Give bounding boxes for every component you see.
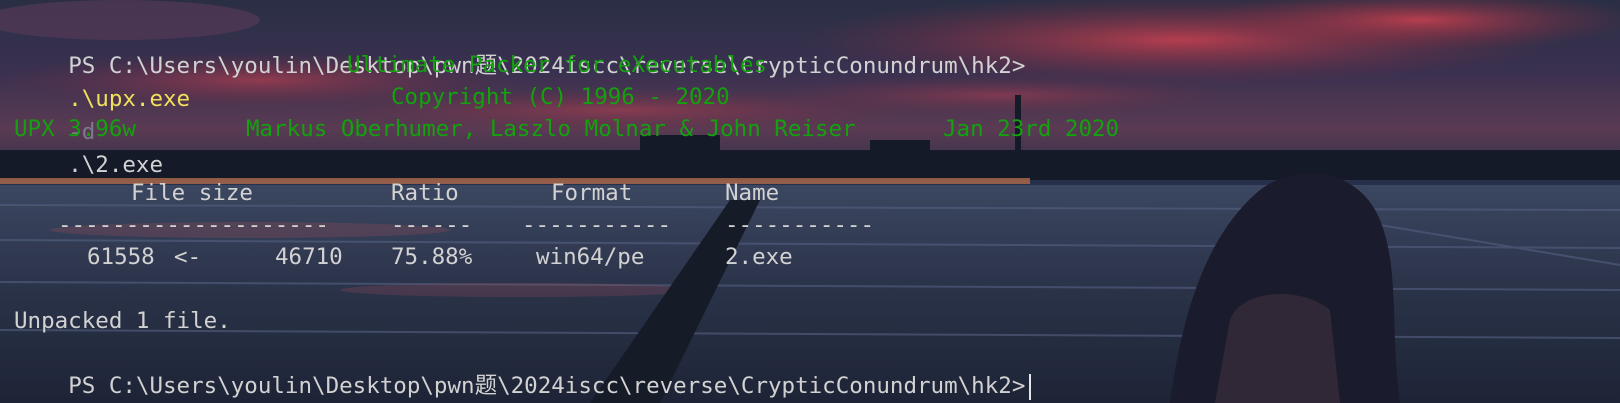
row-format: win64/pe <box>536 244 645 270</box>
row-ratio: 75.88% <box>391 244 473 270</box>
result-message: Unpacked 1 file. <box>14 308 231 334</box>
text-cursor[interactable] <box>1029 373 1032 400</box>
command-line: PS C:\Users\youlin\Desktop\pwn题\2024iscc… <box>14 17 1025 178</box>
command-argument: .\2.exe <box>68 152 164 178</box>
banner-authors: Markus Oberhumer, Laszlo Molnar & John R… <box>246 116 856 142</box>
terminal-window[interactable]: PS C:\Users\youlin\Desktop\pwn题\2024iscc… <box>0 0 1620 403</box>
banner-title: Ultimate Packer for eXecutables <box>347 52 767 78</box>
separator-ratio: ------ <box>391 212 473 238</box>
final-prompt-path: PS C:\Users\youlin\Desktop\pwn题\2024iscc… <box>68 373 1026 399</box>
header-file-size: File size <box>131 180 253 206</box>
input-line[interactable]: PS C:\Users\youlin\Desktop\pwn题\2024iscc… <box>14 337 1032 400</box>
separator-format: ----------- <box>522 212 672 238</box>
row-arrow: <- <box>174 244 202 270</box>
command-program: .\upx.exe <box>68 86 191 112</box>
separator-file-size: -------------------- <box>58 212 329 238</box>
row-packed-size: 46710 <box>275 244 343 270</box>
banner-copyright: Copyright (C) 1996 - 2020 <box>391 84 730 110</box>
banner-version: UPX 3.96w <box>14 116 136 142</box>
row-name: 2.exe <box>725 244 793 270</box>
header-format: Format <box>551 180 633 206</box>
header-name: Name <box>725 180 780 206</box>
banner-date: Jan 23rd 2020 <box>943 116 1120 142</box>
separator-name: ----------- <box>725 212 875 238</box>
header-ratio: Ratio <box>391 180 459 206</box>
row-original-size: 61558 <box>87 244 155 270</box>
